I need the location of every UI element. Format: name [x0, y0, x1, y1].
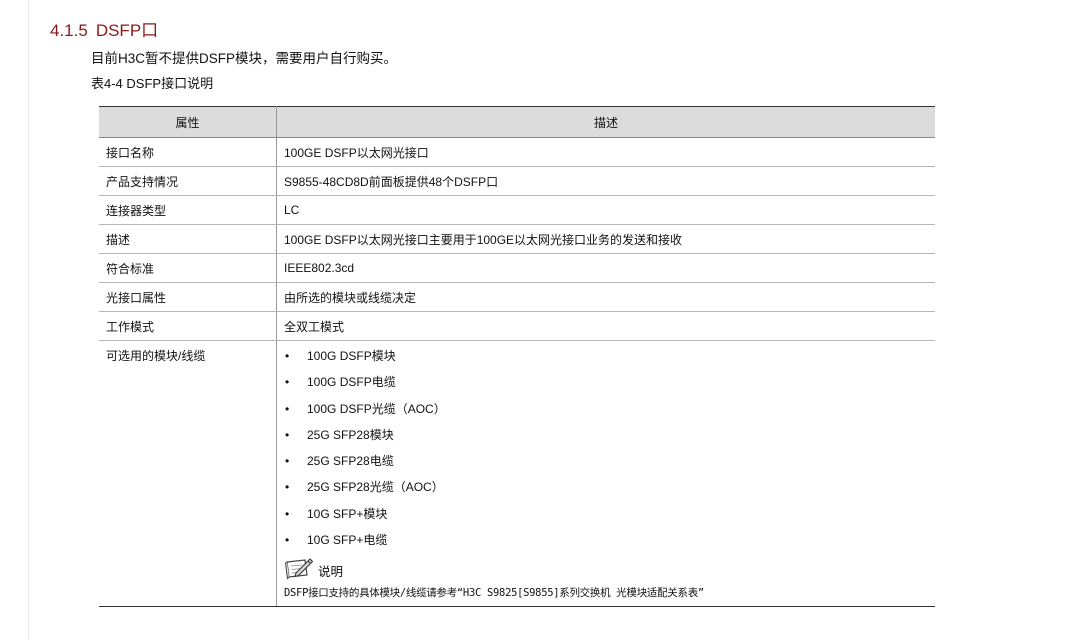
list-item: • 100G DSFP光缆（AOC）: [284, 400, 928, 426]
note-pencil-icon: [284, 558, 314, 580]
row-description: 100GE DSFP以太网光接口: [276, 137, 935, 167]
table-row: 符合标准 IEEE802.3cd: [99, 253, 935, 283]
list-item-text: 100G DSFP光缆（AOC）: [307, 401, 446, 416]
bullet-icon: •: [285, 454, 290, 469]
list-item: • 10G SFP+电缆: [284, 531, 928, 557]
table-row: 连接器类型 LC: [99, 195, 935, 225]
table-row: 接口名称 100GE DSFP以太网光接口: [99, 137, 935, 167]
section-heading: 4.1.5 DSFP口: [50, 16, 158, 41]
list-item: • 100G DSFP模块: [284, 347, 928, 373]
list-item: • 10G SFP+模块: [284, 505, 928, 531]
options-cell: • 100G DSFP模块 • 100G DSFP电缆 • 100G DSFP光缆（A…: [276, 340, 935, 608]
row-description: S9855-48CD8D前面板提供48个DSFP口: [276, 166, 935, 196]
table-row: 工作模式 全双工模式: [99, 311, 935, 341]
table-row-options: 可选用的模块/线缆 • 100G DSFP模块 • 100G DSFP电缆 • 100…: [99, 340, 935, 608]
list-item-text: 25G SFP28模块: [307, 427, 394, 442]
options-list: • 100G DSFP模块 • 100G DSFP电缆 • 100G DSFP光缆（A…: [284, 347, 928, 557]
page-left-rule: [28, 0, 29, 640]
header-attribute: 属性: [99, 106, 277, 138]
section-number: 4.1.5: [50, 21, 88, 40]
bullet-icon: •: [285, 401, 290, 416]
list-item-text: 10G SFP+电缆: [307, 533, 388, 548]
table-row: 光接口属性 由所选的模块或线缆决定: [99, 282, 935, 312]
note-label: 说明: [318, 564, 344, 579]
section-title: DSFP口: [95, 21, 159, 40]
table-caption: 表4-4 DSFP接口说明: [91, 76, 214, 91]
row-attribute: 连接器类型: [99, 195, 277, 225]
row-description: 由所选的模块或线缆决定: [276, 282, 935, 312]
row-description: 全双工模式: [276, 311, 935, 341]
list-item: • 25G SFP28电缆: [284, 452, 928, 478]
row-attribute: 描述: [99, 224, 277, 254]
bullet-icon: •: [285, 375, 290, 390]
list-item: • 100G DSFP电缆: [284, 373, 928, 399]
row-attribute: 符合标准: [99, 253, 277, 283]
row-attribute: 光接口属性: [99, 282, 277, 312]
list-item-text: 100G DSFP模块: [307, 349, 396, 363]
table-header-row: 属性 描述: [99, 106, 935, 138]
row-description: IEEE802.3cd: [276, 253, 935, 283]
list-item: • 25G SFP28光缆（AOC）: [284, 478, 928, 504]
note-text: DSFP接口支持的具体模块/线缆请参考“H3C S9825[S9855]系列交换…: [284, 587, 704, 600]
list-item-text: 100G DSFP电缆: [307, 375, 396, 390]
bullet-icon: •: [285, 533, 290, 548]
row-attribute: 可选用的模块/线缆: [99, 340, 277, 608]
row-attribute: 工作模式: [99, 311, 277, 341]
bullet-icon: •: [285, 349, 290, 363]
row-attribute: 接口名称: [99, 137, 277, 167]
list-item-text: 10G SFP+模块: [307, 506, 388, 521]
list-item: • 25G SFP28模块: [284, 426, 928, 452]
list-item-text: 25G SFP28电缆: [307, 454, 394, 469]
bullet-icon: •: [285, 506, 290, 521]
table-row: 产品支持情况 S9855-48CD8D前面板提供48个DSFP口: [99, 166, 935, 196]
table-row: 描述 100GE DSFP以太网光接口主要用于100GE以太网光接口业务的发送和…: [99, 224, 935, 254]
dsfp-spec-table: 属性 描述 接口名称 100GE DSFP以太网光接口 产品支持情况 S9855…: [99, 106, 935, 608]
list-item-text: 25G SFP28光缆（AOC）: [307, 480, 444, 495]
row-description: 100GE DSFP以太网光接口主要用于100GE以太网光接口业务的发送和接收: [276, 224, 935, 254]
intro-paragraph: 目前H3C暂不提供DSFP模块，需要用户自行购买。: [91, 51, 398, 66]
bullet-icon: •: [285, 427, 290, 442]
row-description: LC: [276, 195, 935, 225]
header-description: 描述: [276, 106, 935, 138]
bullet-icon: •: [285, 480, 290, 495]
note-header: 说明: [284, 555, 928, 581]
row-attribute: 产品支持情况: [99, 166, 277, 196]
